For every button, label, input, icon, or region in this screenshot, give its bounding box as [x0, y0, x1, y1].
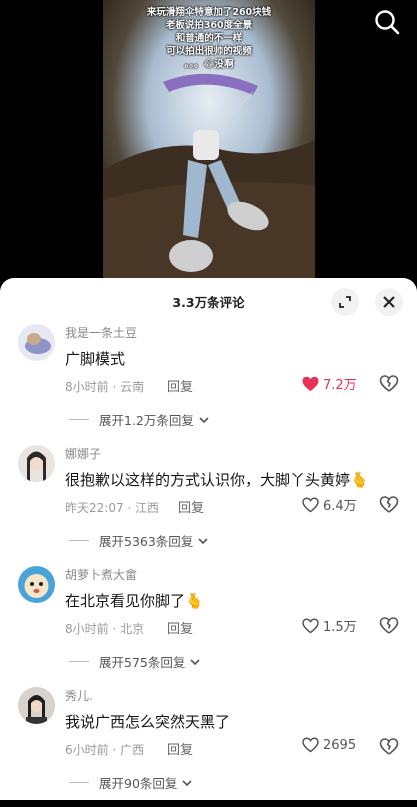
comment-sheet-header: 3.3万条评论: [0, 278, 417, 322]
comment-time-location: 8小时前 · 北京: [65, 622, 145, 636]
expand-replies-button[interactable]: 展开90条回复: [69, 773, 194, 792]
broken-heart-icon: [379, 496, 399, 513]
heart-outline-icon: [302, 737, 319, 753]
comment-text: 我说广西怎么突然天黑了: [65, 713, 231, 731]
comment-time-location: 昨天22:07 · 江西: [65, 501, 160, 515]
heart-outline-icon: [302, 497, 319, 512]
video-caption-line: 可以拍出很帅的视频: [166, 46, 252, 57]
dislike-button[interactable]: [379, 737, 399, 757]
comment-sheet: 3.3万条评论 我是一条土豆 广脚模式 8小时前 · 云南 回复 7.2万 展开…: [0, 278, 417, 800]
heart-filled-icon: [302, 376, 319, 391]
username[interactable]: 我是一条土豆: [65, 324, 137, 341]
dislike-button[interactable]: [379, 616, 399, 636]
expand-replies-label: 展开5363条回复: [99, 534, 194, 549]
reply-button[interactable]: 回复: [178, 497, 204, 516]
avatar[interactable]: [18, 324, 55, 361]
broken-heart-icon: [379, 617, 399, 634]
divider: [69, 540, 89, 541]
comment-item: 秀儿. 我说广西怎么突然天黑了 6小时前 · 广西 回复 2695 展开90条回…: [0, 687, 417, 807]
broken-heart-icon: [379, 375, 399, 392]
reply-button[interactable]: 回复: [167, 739, 193, 758]
chevron-down-icon: [190, 658, 200, 665]
like-count: 2695: [323, 737, 357, 753]
expand-replies-button[interactable]: 展开575条回复: [69, 652, 202, 671]
expand-replies-label: 展开90条回复: [99, 776, 178, 791]
like-button[interactable]: 7.2万: [302, 374, 357, 393]
username[interactable]: 秀儿.: [65, 687, 93, 704]
like-count: 6.4万: [323, 499, 357, 514]
comment-time-location: 8小时前 · 云南: [65, 380, 145, 394]
avatar[interactable]: [18, 687, 55, 724]
video-player[interactable]: 来玩滑翔伞特意加了260块钱 老板说拍360度全景 和普通的不一样 可以拍出很帅…: [0, 0, 417, 290]
like-button[interactable]: 6.4万: [302, 495, 357, 514]
expand-replies-label: 展开1.2万条回复: [99, 413, 194, 428]
close-button[interactable]: [375, 288, 403, 316]
video-caption-line: 。。。😂没啊: [184, 59, 234, 70]
video-frame: 来玩滑翔伞特意加了260块钱 老板说拍360度全景 和普通的不一样 可以拍出很帅…: [103, 0, 315, 290]
expand-replies-button[interactable]: 展开1.2万条回复: [69, 410, 211, 429]
comment-text: 很抱歉以这样的方式认识你，大脚丫头黄婷🫰: [65, 471, 369, 489]
expand-replies-button[interactable]: 展开5363条回复: [69, 531, 210, 550]
like-count: 7.2万: [323, 378, 357, 393]
search-icon[interactable]: [373, 8, 401, 36]
fullscreen-button[interactable]: [331, 288, 359, 316]
video-caption-line: 和普通的不一样: [175, 33, 243, 44]
like-button[interactable]: 1.5万: [302, 616, 357, 635]
divider: [69, 419, 89, 420]
divider: [69, 782, 89, 783]
like-button[interactable]: 2695: [302, 737, 356, 753]
avatar[interactable]: [18, 566, 55, 603]
expand-icon: [339, 296, 351, 308]
reply-button[interactable]: 回复: [167, 618, 193, 637]
like-count: 1.5万: [323, 620, 357, 635]
reply-button[interactable]: 回复: [167, 376, 193, 395]
username[interactable]: 娜娜子: [65, 445, 101, 462]
comment-item: 娜娜子 很抱歉以这样的方式认识你，大脚丫头黄婷🫰 昨天22:07 · 江西 回复…: [0, 445, 417, 565]
broken-heart-icon: [379, 738, 399, 755]
expand-replies-label: 展开575条回复: [99, 655, 186, 670]
dislike-button[interactable]: [379, 374, 399, 394]
video-caption-line: 老板说拍360度全景: [165, 20, 253, 31]
username[interactable]: 胡萝卜煮大畲: [65, 566, 137, 583]
comment-time-location: 6小时前 · 广西: [65, 743, 145, 757]
heart-outline-icon: [302, 618, 319, 633]
close-icon: [383, 296, 395, 308]
chevron-down-icon: [199, 416, 209, 423]
avatar[interactable]: [18, 445, 55, 482]
video-caption-line: 来玩滑翔伞特意加了260块钱: [146, 7, 272, 18]
comment-text: 在北京看见你脚了🫰: [65, 592, 204, 610]
comment-item: 我是一条土豆 广脚模式 8小时前 · 云南 回复 7.2万 展开1.2万条回复: [0, 324, 417, 444]
comment-item: 胡萝卜煮大畲 在北京看见你脚了🫰 8小时前 · 北京 回复 1.5万 展开575…: [0, 566, 417, 686]
dislike-button[interactable]: [379, 495, 399, 515]
comment-text: 广脚模式: [65, 350, 126, 368]
chevron-down-icon: [198, 537, 208, 544]
chevron-down-icon: [182, 779, 192, 786]
divider: [69, 661, 89, 662]
